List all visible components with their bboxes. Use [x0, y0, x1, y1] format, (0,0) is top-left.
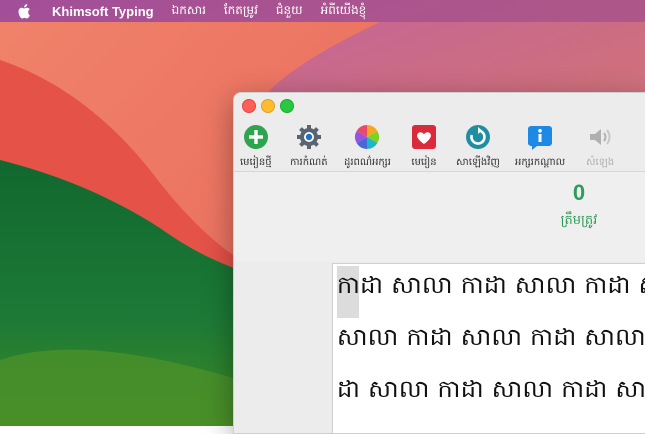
settings-label: ការកំណត់	[290, 157, 328, 168]
plus-circle-icon	[242, 123, 270, 151]
restart-button[interactable]: សាឡើងវិញ	[456, 123, 500, 170]
zoom-window-button[interactable]	[280, 99, 294, 113]
app-window: មេរៀនថ្មី ការកំណត់ ដូរពណ៌អក្សរ មេរៀន សាឡ…	[233, 92, 645, 434]
color-wheel-icon	[353, 123, 381, 151]
close-window-button[interactable]	[242, 99, 256, 113]
menu-about[interactable]: អំពីយើងខ្ញុំ	[321, 2, 367, 20]
center-text-label: អក្សរកណ្ដាល	[515, 157, 566, 168]
menu-file[interactable]: ឯកសារ	[172, 2, 206, 20]
apple-icon[interactable]	[18, 3, 32, 18]
typing-text-area[interactable]: កាដា សាលា កាដា សាលា កាដា ស សាលា កាដា សាល…	[332, 263, 645, 433]
lessons-label: មេរៀន	[411, 157, 437, 168]
menu-edit[interactable]: កែតម្រូវ	[224, 2, 258, 20]
text-color-button[interactable]: ដូរពណ៌អក្សរ	[344, 123, 391, 170]
refresh-icon	[464, 123, 492, 151]
lesson-line-3: ដា សាលា កាដា សាលា កាដា សា	[337, 375, 645, 403]
lesson-line-2: សាលា កាដា សាលា កាដា សាលា	[337, 323, 645, 351]
correct-count: 0	[572, 180, 586, 205]
title-bar	[234, 93, 645, 117]
correct-label: ត្រឹមត្រូវ	[560, 213, 598, 228]
info-icon	[526, 123, 554, 151]
lesson-line-1: កាដា សាលា កាដា សាលា កាដា ស	[337, 271, 645, 299]
stats-panel: 0 ត្រឹមត្រូវ	[234, 172, 645, 262]
text-color-label: ដូរពណ៌អក្សរ	[344, 157, 391, 168]
restart-label: សាឡើងវិញ	[456, 157, 500, 168]
heart-icon	[410, 123, 438, 151]
menu-app-name[interactable]: Khimsoft Typing	[52, 4, 154, 19]
new-lesson-label: មេរៀនថ្មី	[240, 157, 272, 168]
settings-button[interactable]: ការកំណត់	[290, 123, 328, 170]
menu-bar: Khimsoft Typing ឯកសារ កែតម្រូវ ជំនួយ អំព…	[0, 0, 645, 22]
sound-label: សំឡេង	[586, 157, 615, 168]
gear-icon	[295, 123, 323, 151]
toolbar: មេរៀនថ្មី ការកំណត់ ដូរពណ៌អក្សរ មេរៀន សាឡ…	[234, 117, 645, 172]
sound-button[interactable]: សំឡេង	[586, 123, 614, 170]
speaker-icon	[586, 123, 614, 151]
menu-help[interactable]: ជំនួយ	[276, 2, 303, 20]
minimize-window-button[interactable]	[261, 99, 275, 113]
lessons-button[interactable]: មេរៀន	[410, 123, 438, 170]
new-lesson-button[interactable]: មេរៀនថ្មី	[240, 123, 272, 170]
center-text-button[interactable]: អក្សរកណ្ដាល	[515, 123, 565, 170]
